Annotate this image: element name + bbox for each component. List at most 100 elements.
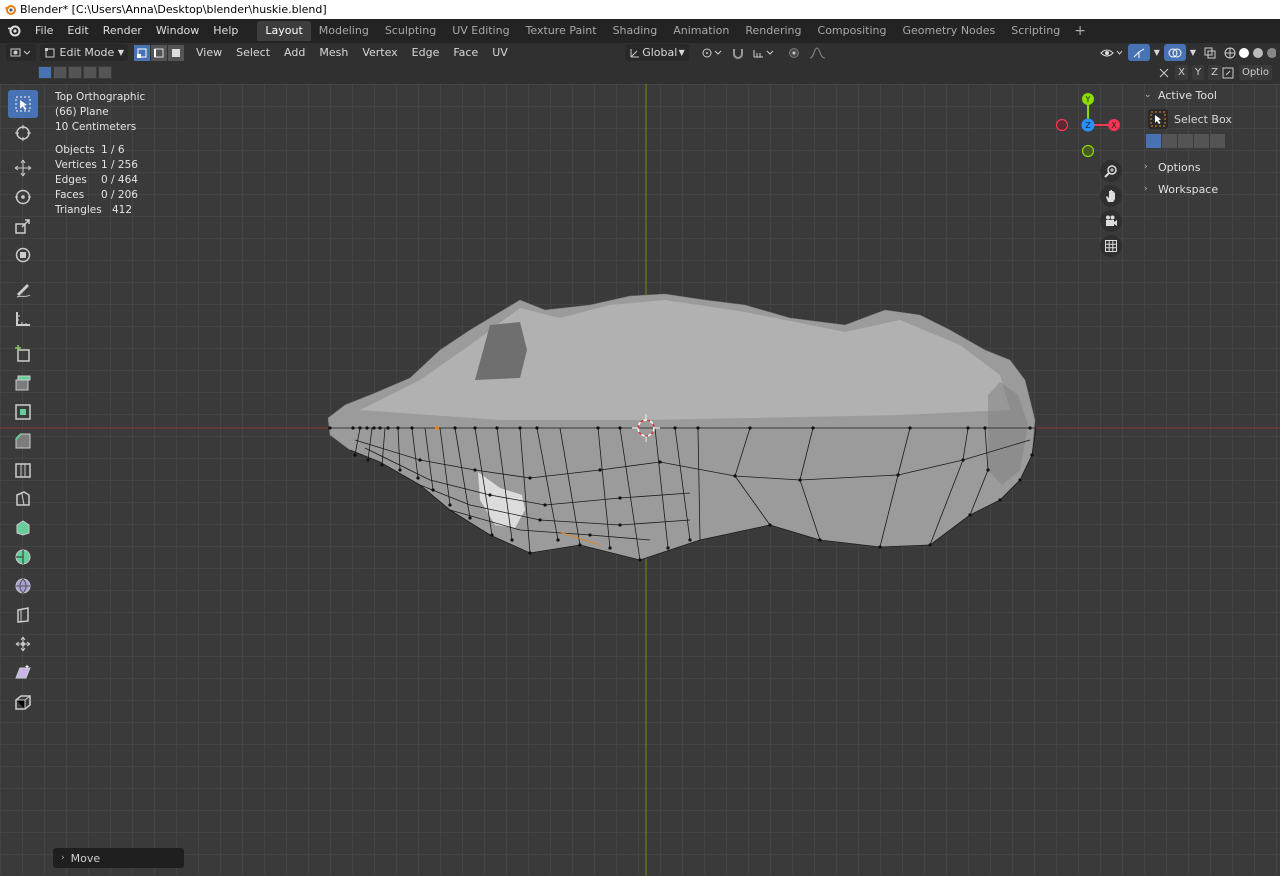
viewport-menu-uv[interactable]: UV	[485, 46, 515, 59]
tab-geometry-nodes[interactable]: Geometry Nodes	[894, 21, 1003, 41]
active-object-name: (66) Plane	[55, 106, 109, 118]
tab-modeling[interactable]: Modeling	[311, 21, 377, 41]
options-panel-header[interactable]: › Options	[1138, 156, 1280, 178]
tab-animation[interactable]: Animation	[665, 21, 737, 41]
mode-intersect-icon[interactable]	[1210, 134, 1225, 148]
workspace-panel-header[interactable]: › Workspace	[1138, 178, 1280, 200]
select-extend-icon[interactable]	[53, 66, 67, 79]
pan-button[interactable]	[1100, 185, 1122, 207]
snap-toggle[interactable]	[727, 44, 749, 61]
shear-icon	[15, 665, 31, 679]
auto-merge-icon[interactable]	[1221, 66, 1235, 80]
mode-difference-icon[interactable]	[1194, 134, 1209, 148]
knife-tool[interactable]	[8, 485, 38, 513]
tab-compositing[interactable]: Compositing	[810, 21, 895, 41]
move-tool[interactable]	[8, 154, 38, 182]
camera-view-button[interactable]	[1100, 210, 1122, 232]
viewport-menu-edge[interactable]: Edge	[405, 46, 447, 59]
select-box-tool[interactable]	[8, 90, 38, 118]
viewport-menu-face[interactable]: Face	[446, 46, 485, 59]
overlays-toggle[interactable]	[1163, 44, 1186, 61]
options-dropdown[interactable]: Optio	[1238, 65, 1272, 80]
select-new-icon[interactable]	[38, 66, 52, 79]
extrude-tool[interactable]	[8, 369, 38, 397]
tab-scripting[interactable]: Scripting	[1003, 21, 1068, 41]
scale-tool[interactable]	[8, 212, 38, 240]
visibility-selectability-button[interactable]	[1096, 44, 1128, 61]
mode-extend-icon[interactable]	[1162, 134, 1177, 148]
snap-target-button[interactable]	[749, 44, 779, 61]
loop-cut-tool[interactable]	[8, 456, 38, 484]
axis-z-toggle[interactable]: Z	[1208, 65, 1221, 80]
poly-build-tool[interactable]	[8, 514, 38, 542]
spin-tool[interactable]	[8, 543, 38, 571]
shading-mode-icons[interactable]	[1224, 47, 1276, 59]
shear-tool[interactable]	[8, 659, 38, 687]
editor-type-button[interactable]	[6, 44, 36, 61]
blender-menu-icon[interactable]	[0, 19, 28, 43]
gizmo-options-dropdown[interactable]: ▼	[1150, 44, 1164, 61]
inset-tool[interactable]	[8, 398, 38, 426]
select-subtract-icon[interactable]	[68, 66, 82, 79]
transform-orientation-dropdown[interactable]: Global ▼	[624, 44, 689, 61]
axis-x-toggle[interactable]: X	[1175, 65, 1188, 80]
vertex-select-icon[interactable]	[134, 44, 150, 61]
select-intersect-icon[interactable]	[98, 66, 112, 79]
menu-help[interactable]: Help	[206, 19, 245, 43]
menu-render[interactable]: Render	[96, 19, 149, 43]
scale-icon	[15, 219, 30, 234]
active-tool-item[interactable]: Select Box	[1148, 106, 1280, 132]
gizmo-neg-y-axis[interactable]	[1081, 144, 1095, 158]
viewport-menu-select[interactable]: Select	[229, 46, 277, 59]
falloff-button[interactable]	[805, 44, 831, 61]
measure-tool[interactable]	[8, 305, 38, 333]
edge-select-icon[interactable]	[151, 44, 167, 61]
overlays-options-dropdown[interactable]: ▼	[1186, 44, 1200, 61]
edge-slide-tool[interactable]	[8, 601, 38, 629]
gizmo-toggle[interactable]	[1127, 44, 1150, 61]
pivot-point-button[interactable]	[697, 44, 727, 61]
annotate-tool[interactable]	[8, 276, 38, 304]
last-operator-panel[interactable]: › Move	[53, 848, 184, 868]
select-invert-icon[interactable]	[83, 66, 97, 79]
viewport-subheader: X Y Z Optio	[0, 62, 1280, 84]
rip-region-tool[interactable]	[8, 688, 38, 716]
rotate-tool[interactable]	[8, 183, 38, 211]
active-tool-header[interactable]: ⌄ Active Tool	[1138, 84, 1280, 106]
transform-tool[interactable]	[8, 241, 38, 269]
tab-layout[interactable]: Layout	[257, 21, 311, 41]
chevron-right-icon: ›	[1144, 184, 1148, 194]
viewport-menu-view[interactable]: View	[189, 46, 229, 59]
tab-uv-editing[interactable]: UV Editing	[444, 21, 517, 41]
menu-edit[interactable]: Edit	[60, 19, 95, 43]
xray-toggle[interactable]	[1200, 44, 1220, 61]
add-workspace-icon[interactable]: +	[1068, 23, 1092, 39]
tab-shading[interactable]: Shading	[605, 21, 666, 41]
axis-y-toggle[interactable]: Y	[1191, 65, 1205, 80]
menu-window[interactable]: Window	[149, 19, 206, 43]
menu-file[interactable]: File	[28, 19, 60, 43]
tab-rendering[interactable]: Rendering	[737, 21, 809, 41]
viewport-menu-vertex[interactable]: Vertex	[355, 46, 404, 59]
navigation-gizmo[interactable]: Y X Z	[1055, 90, 1125, 160]
tab-sculpting[interactable]: Sculpting	[377, 21, 444, 41]
smooth-tool[interactable]	[8, 572, 38, 600]
cursor-tool[interactable]	[8, 119, 38, 147]
tab-texture-paint[interactable]: Texture Paint	[518, 21, 605, 41]
chevron-down-icon: ▼	[1189, 48, 1196, 57]
mode-subtract-icon[interactable]	[1178, 134, 1193, 148]
3d-viewport[interactable]	[0, 84, 1280, 876]
viewport-menu-mesh[interactable]: Mesh	[312, 46, 355, 59]
bevel-tool[interactable]	[8, 427, 38, 455]
mode-set-icon[interactable]	[1146, 134, 1161, 148]
shrink-fatten-tool[interactable]	[8, 630, 38, 658]
proportional-edit-toggle[interactable]	[783, 44, 805, 61]
toggle-perspective-button[interactable]	[1100, 235, 1122, 257]
viewport-menu-add[interactable]: Add	[277, 46, 312, 59]
add-cube-tool[interactable]	[8, 340, 38, 368]
zoom-button[interactable]	[1100, 160, 1122, 182]
gizmo-neg-x-axis[interactable]	[1055, 118, 1069, 132]
mode-dropdown[interactable]: Edit Mode ▼	[40, 44, 128, 61]
grid-icon	[1105, 240, 1117, 252]
face-select-icon[interactable]	[168, 44, 184, 61]
